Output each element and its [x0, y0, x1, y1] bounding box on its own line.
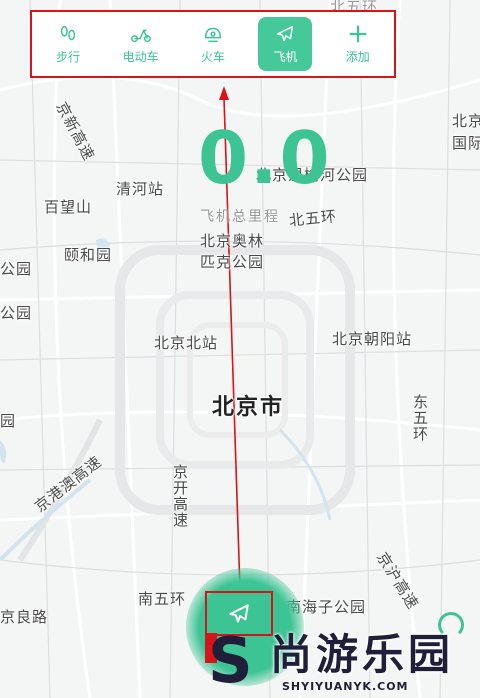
plus-icon: [349, 25, 366, 43]
map-label-olympic-1: 北京奥林: [200, 232, 265, 250]
mode-walk-label: 步行: [56, 50, 81, 64]
map-label-olympic-2: 匹克公园: [200, 253, 265, 271]
map-label-city: 北京市: [212, 395, 285, 420]
mode-train-button[interactable]: 火车: [186, 17, 240, 71]
map-label-chaoyang-station: 北京朝阳站: [332, 330, 413, 348]
mode-walk-button[interactable]: 步行: [41, 17, 95, 71]
map-label-jingliang: 京良路: [0, 608, 49, 626]
watermark-url: SHYIYUANYK.COM: [282, 680, 409, 693]
map-label-guoji: 国际: [452, 134, 480, 152]
watermark-title: 尚游乐园: [270, 630, 455, 679]
watermark: S 尚游乐园 SHYIYUANYK.COM: [208, 628, 480, 698]
mode-add-button[interactable]: 添加: [331, 17, 385, 71]
map-label-baiwang: 百望山: [44, 198, 93, 216]
scooter-icon: [130, 29, 151, 43]
map-label-dongwuhuan: 东五环: [411, 394, 429, 442]
transport-mode-bar: 步行 电动车 火车 飞机 添加: [30, 10, 396, 78]
total-distance-label: 飞机总里程: [200, 209, 280, 225]
map-label-beijing-right: 北京: [452, 112, 480, 130]
mode-plane-button[interactable]: 飞机: [258, 17, 313, 71]
mode-scooter-label: 电动车: [122, 50, 159, 64]
mode-plane-label: 飞机: [273, 50, 298, 64]
total-distance-value: 0.0: [198, 116, 332, 200]
map-label-gongyuan-1: 公园: [0, 260, 33, 278]
mode-scooter-button[interactable]: 电动车: [114, 17, 168, 71]
map-label-jingkai: 京开高速: [171, 464, 189, 528]
mode-add-label: 添加: [345, 50, 370, 64]
airplane-icon: [229, 603, 249, 623]
map-label-yiheyuan: 颐和园: [64, 246, 113, 264]
mode-train-label: 火车: [200, 50, 225, 64]
map-label-gongyuan-2: 公园: [0, 304, 33, 322]
map-label-yuan: 园: [0, 412, 17, 430]
airplane-icon: [277, 25, 294, 42]
map-label-beijing-north-station: 北京北站: [154, 334, 219, 352]
train-icon: [204, 27, 222, 43]
map-label-nanwuhuan: 南五环: [138, 590, 187, 608]
footprints-icon: [61, 25, 76, 41]
map-label-qinghe-station: 清河站: [116, 180, 165, 198]
watermark-logo-icon: S: [208, 624, 253, 697]
